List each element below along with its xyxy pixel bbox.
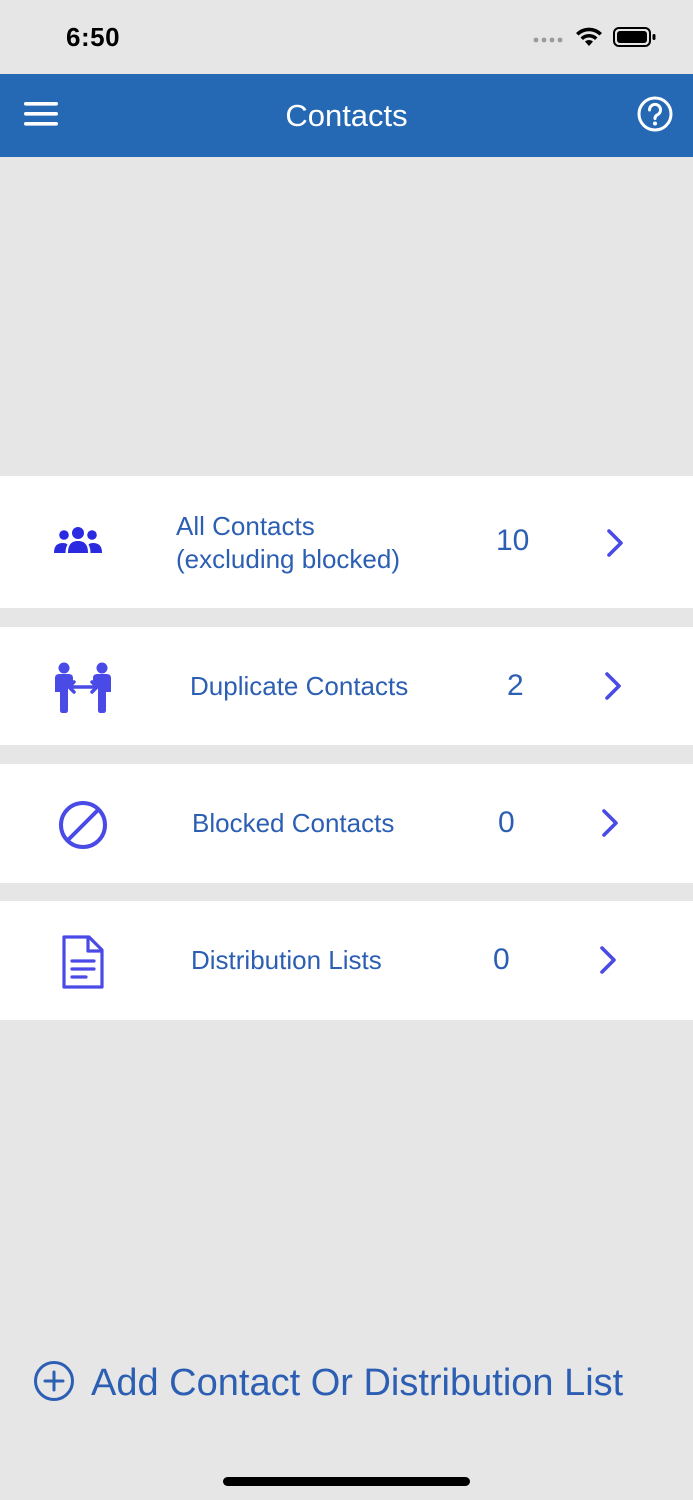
- all-contacts-row[interactable]: All Contacts (excluding blocked) 10: [0, 476, 693, 608]
- add-contact-button[interactable]: Add Contact Or Distribution List: [33, 1360, 623, 1406]
- app-header: Contacts: [0, 74, 693, 157]
- duplicate-contacts-label: Duplicate Contacts: [190, 671, 409, 701]
- menu-button[interactable]: [22, 96, 62, 136]
- blocked-contacts-row[interactable]: Blocked Contacts 0: [0, 764, 693, 883]
- document-list-icon: [56, 933, 108, 991]
- all-contacts-label: All Contacts (excluding blocked): [176, 510, 400, 576]
- duplicate-people-icon: [50, 657, 116, 717]
- help-button[interactable]: [635, 96, 675, 136]
- status-bar: 6:50: [0, 0, 693, 74]
- cellular-signal-icon: [533, 31, 565, 49]
- all-contacts-label-line2: (excluding blocked): [176, 544, 401, 574]
- help-circle-icon: [636, 95, 674, 138]
- wifi-icon: [575, 26, 603, 53]
- status-time: 6:50: [66, 22, 121, 52]
- page-title: Contacts: [285, 98, 408, 133]
- duplicate-contacts-row[interactable]: Duplicate Contacts 2: [0, 627, 693, 745]
- home-indicator[interactable]: [223, 1477, 470, 1486]
- blocked-contacts-count: 0: [498, 806, 515, 839]
- chevron-right-icon: [593, 943, 623, 977]
- chevron-right-icon: [600, 526, 630, 560]
- add-contact-label: Add Contact Or Distribution List: [91, 1361, 624, 1404]
- add-circle-icon: [33, 1360, 75, 1407]
- distribution-lists-count: 0: [493, 943, 510, 976]
- chevron-right-icon: [598, 669, 628, 703]
- duplicate-contacts-count: 2: [507, 669, 524, 702]
- battery-icon: [613, 26, 657, 53]
- all-contacts-count: 10: [496, 524, 530, 557]
- chevron-right-icon: [595, 806, 625, 840]
- blocked-contacts-label: Blocked Contacts: [192, 808, 395, 838]
- group-people-icon: [48, 522, 108, 562]
- distribution-lists-label: Distribution Lists: [191, 945, 382, 975]
- status-icons: [533, 26, 657, 53]
- hamburger-menu-icon: [24, 101, 60, 132]
- blocked-icon: [56, 798, 110, 852]
- all-contacts-label-line1: All Contacts: [176, 511, 315, 541]
- distribution-lists-row[interactable]: Distribution Lists 0: [0, 901, 693, 1020]
